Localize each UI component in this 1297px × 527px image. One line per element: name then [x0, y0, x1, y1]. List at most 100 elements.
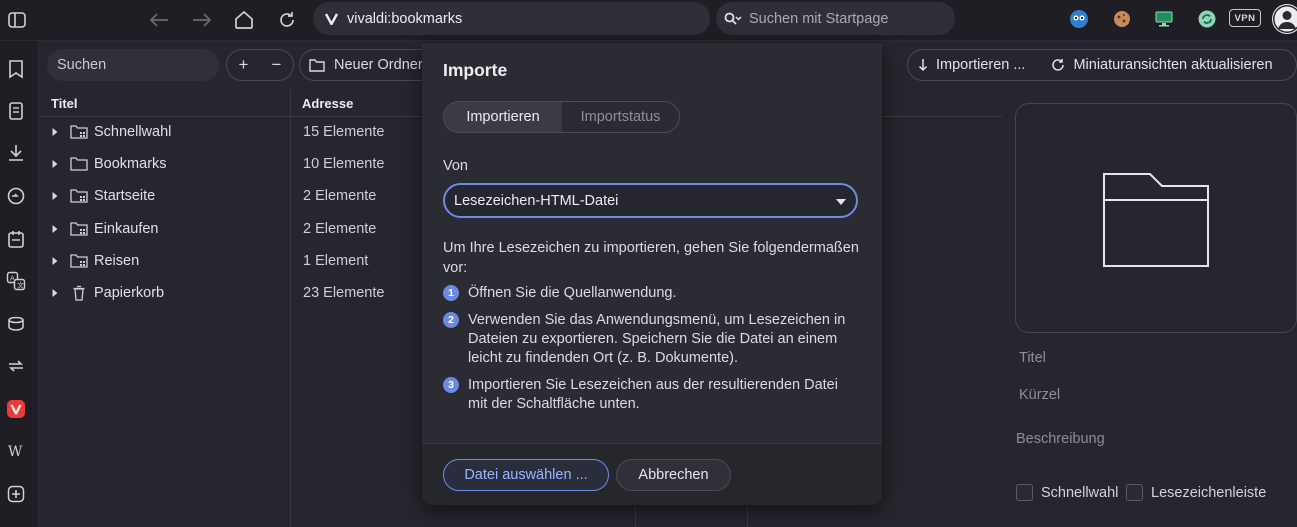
- downloads-icon[interactable]: [5, 142, 27, 164]
- bookmarks-icon[interactable]: [5, 58, 27, 80]
- refresh-icon: [1051, 58, 1065, 72]
- column-header-title[interactable]: Titel: [51, 96, 78, 111]
- new-folder-label: Neuer Ordner: [334, 57, 423, 73]
- bookmark-address: 2 Elemente: [303, 188, 377, 204]
- import-source-select[interactable]: Lesezeichen-HTML-Datei: [443, 183, 858, 218]
- speed-dial-folder-icon: [70, 188, 88, 204]
- url-text: vivaldi:bookmarks: [347, 10, 463, 27]
- reading-list-icon[interactable]: [5, 100, 27, 122]
- search-placeholder: Suchen mit Startpage: [749, 10, 889, 27]
- bookmark-title: Einkaufen: [94, 221, 159, 237]
- expand-arrow-icon[interactable]: [51, 126, 59, 138]
- checkbox-box[interactable]: [1126, 484, 1143, 501]
- cancel-button[interactable]: Abbrechen: [616, 459, 731, 491]
- extension-cookie-icon[interactable]: [1110, 7, 1134, 31]
- remove-bookmark-button[interactable]: −: [260, 50, 293, 80]
- folder-icon: [70, 156, 88, 172]
- reload-icon[interactable]: [273, 6, 301, 34]
- panel-toggle-icon[interactable]: [3, 6, 31, 34]
- profile-avatar[interactable]: [1272, 4, 1297, 34]
- import-refresh-group: Importieren ... Miniaturansichten aktual…: [907, 49, 1297, 81]
- expand-arrow-icon[interactable]: [51, 223, 59, 235]
- instruction-step: 3 Importieren Sie Lesezeichen aus der re…: [443, 376, 863, 414]
- tab-import[interactable]: Importieren: [444, 102, 562, 132]
- step-text: Importieren Sie Lesezeichen aus der resu…: [468, 377, 838, 412]
- expand-arrow-icon[interactable]: [51, 190, 59, 202]
- speed-dial-folder-icon: [70, 124, 88, 140]
- dialog-footer: Datei auswählen ... Abbrechen: [422, 443, 882, 505]
- refresh-thumbnails-label: Miniaturansichten aktualisieren: [1073, 57, 1273, 73]
- history-icon[interactable]: [5, 185, 27, 207]
- bookmark-address: 15 Elemente: [303, 124, 385, 140]
- step-text: Verwenden Sie das Anwendungsmenü, um Les…: [468, 312, 846, 366]
- checkbox-box[interactable]: [1016, 484, 1033, 501]
- dialog-tabs: Importieren Importstatus: [443, 101, 680, 133]
- bookmark-title: Reisen: [94, 253, 140, 269]
- vivaldi-icon[interactable]: [5, 398, 27, 420]
- expand-arrow-icon[interactable]: [51, 287, 59, 299]
- add-bookmark-button[interactable]: +: [227, 50, 260, 80]
- step-number-badge: 3: [443, 377, 459, 393]
- bookmark-address: 2 Elemente: [303, 221, 377, 237]
- folder-icon: [309, 58, 325, 72]
- step-number-badge: 1: [443, 285, 459, 301]
- import-dialog: Importe Importieren Importstatus Von Les…: [422, 43, 882, 505]
- description-field[interactable]: Beschreibung: [1016, 431, 1105, 447]
- import-button[interactable]: Importieren ...: [918, 57, 1025, 73]
- dropdown-caret-icon: [836, 199, 846, 205]
- add-remove-group: + −: [226, 49, 294, 81]
- from-label: Von: [443, 158, 468, 174]
- step-text: Öffnen Sie die Quellanwendung.: [468, 285, 677, 301]
- svg-text:文: 文: [17, 281, 24, 290]
- sync-icon[interactable]: [5, 355, 27, 377]
- bookmark-title: Startseite: [94, 188, 156, 204]
- speed-dial-checkbox[interactable]: Schnellwahl: [1016, 484, 1118, 501]
- bookmark-title: Papierkorb: [94, 285, 165, 301]
- side-panel: A文 W: [0, 41, 39, 527]
- tab-import-status[interactable]: Importstatus: [562, 102, 679, 132]
- browser-toolbar: vivaldi:bookmarks Suchen mit Startpage V…: [0, 0, 1297, 41]
- vpn-button[interactable]: VPN: [1229, 9, 1261, 27]
- extension-monitor-icon[interactable]: [1152, 7, 1176, 31]
- vivaldi-logo-icon: [325, 12, 338, 25]
- bookmark-search-input[interactable]: Suchen: [47, 49, 219, 81]
- import-label: Importieren ...: [936, 57, 1026, 73]
- bookmark-bar-label: Lesezeichenleiste: [1151, 484, 1267, 501]
- notes-icon[interactable]: [5, 228, 27, 250]
- import-source-value: Lesezeichen-HTML-Datei: [454, 192, 619, 209]
- arrow-down-icon: [918, 58, 928, 72]
- thumbnail-preview: [1015, 103, 1297, 333]
- translate-icon[interactable]: A文: [5, 270, 27, 292]
- search-field[interactable]: Suchen mit Startpage: [716, 2, 955, 35]
- instructions-intro: Um Ihre Lesezeichen zu importieren, gehe…: [443, 240, 859, 276]
- instruction-step: 1 Öffnen Sie die Quellanwendung.: [443, 284, 863, 303]
- back-icon[interactable]: [145, 6, 173, 34]
- extension-sync-icon[interactable]: [1195, 7, 1219, 31]
- wikipedia-icon[interactable]: W: [5, 440, 27, 462]
- nickname-field[interactable]: Kürzel: [1019, 387, 1060, 403]
- add-panel-icon[interactable]: [5, 483, 27, 505]
- step-number-badge: 2: [443, 312, 459, 328]
- extension-owl-icon[interactable]: [1067, 7, 1091, 31]
- column-header-address[interactable]: Adresse: [302, 96, 353, 111]
- bookmark-address: 23 Elemente: [303, 285, 385, 301]
- svg-text:W: W: [8, 444, 23, 459]
- refresh-thumbnails-button[interactable]: Miniaturansichten aktualisieren: [1051, 57, 1273, 73]
- choose-file-button[interactable]: Datei auswählen ...: [443, 459, 609, 491]
- home-icon[interactable]: [230, 6, 258, 34]
- tab-stack-icon[interactable]: [5, 313, 27, 335]
- title-field[interactable]: Titel: [1019, 350, 1046, 366]
- speed-dial-folder-icon: [70, 253, 88, 269]
- expand-arrow-icon[interactable]: [51, 255, 59, 267]
- bookmark-address: 1 Element: [303, 253, 369, 269]
- bookmark-details-panel: Titel Kürzel Beschreibung Schnellwahl Le…: [1002, 89, 1297, 527]
- instruction-step: 2 Verwenden Sie das Anwendungsmenü, um L…: [443, 311, 863, 368]
- address-bar[interactable]: vivaldi:bookmarks: [313, 2, 710, 35]
- speed-dial-folder-icon: [70, 221, 88, 237]
- bookmark-bar-checkbox[interactable]: Lesezeichenleiste: [1126, 484, 1266, 501]
- forward-icon[interactable]: [188, 6, 216, 34]
- dialog-title: Importe: [443, 60, 508, 80]
- speed-dial-label: Schnellwahl: [1041, 484, 1119, 501]
- bookmark-title: Schnellwahl: [94, 124, 172, 140]
- expand-arrow-icon[interactable]: [51, 158, 59, 170]
